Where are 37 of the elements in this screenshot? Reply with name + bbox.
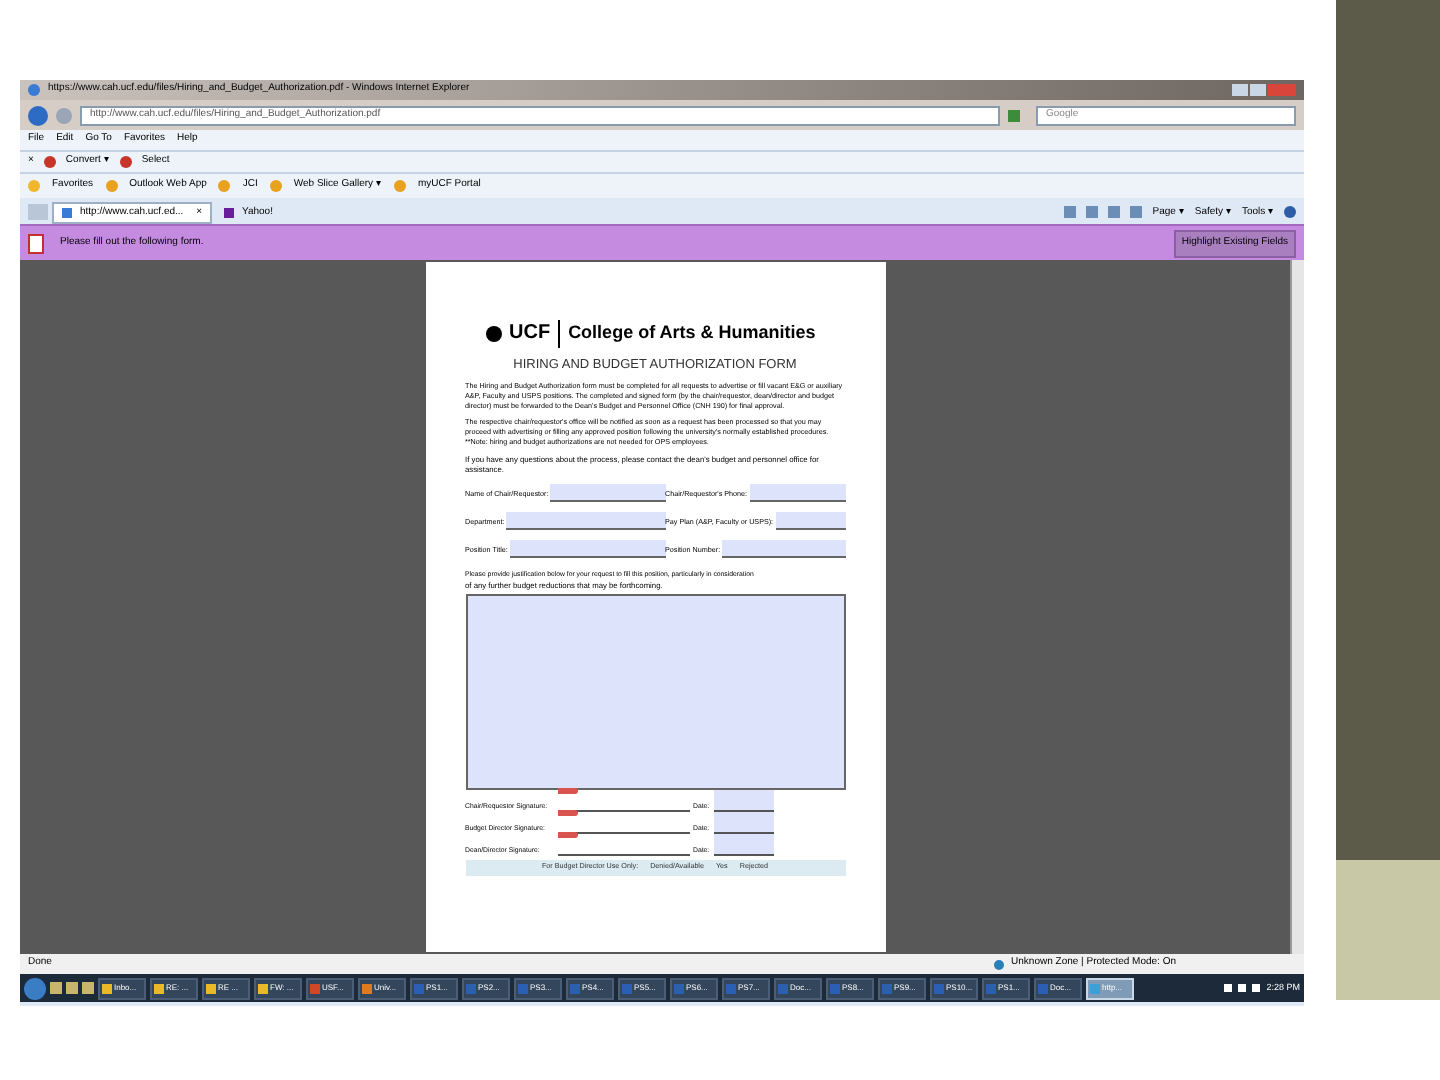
app-icon — [466, 983, 476, 993]
app-icon — [986, 983, 996, 993]
date-field[interactable] — [713, 833, 773, 856]
logo-divider — [558, 319, 561, 347]
app-icon — [102, 983, 112, 993]
form-field[interactable] — [722, 539, 845, 558]
form-field[interactable] — [749, 483, 845, 502]
app-icon — [570, 983, 580, 993]
date-field[interactable] — [713, 811, 773, 834]
app-icon — [778, 983, 788, 993]
app-icon — [674, 983, 684, 993]
app-icon — [414, 983, 424, 993]
justification-field[interactable] — [465, 593, 845, 790]
app-icon — [1038, 983, 1048, 993]
app-icon — [154, 983, 164, 993]
signature-field[interactable] — [557, 833, 689, 856]
scrollbar[interactable] — [1290, 260, 1304, 954]
app-icon — [934, 983, 944, 993]
slide-decoration-block — [1336, 860, 1440, 1000]
app-icon — [830, 983, 840, 993]
app-icon — [206, 983, 216, 993]
form-field[interactable] — [509, 539, 665, 558]
app-icon — [518, 983, 528, 993]
pdf-form-icon — [28, 233, 44, 253]
form-field[interactable] — [775, 511, 845, 530]
app-icon — [726, 983, 736, 993]
app-icon — [258, 983, 268, 993]
form-field[interactable] — [550, 483, 665, 502]
date-field[interactable] — [713, 789, 773, 812]
app-icon — [622, 983, 632, 993]
college-name: College of Arts & Humanities — [568, 319, 816, 346]
logo-text: UCF — [509, 320, 551, 348]
app-icon — [1090, 983, 1100, 993]
app-icon — [310, 983, 320, 993]
app-icon — [362, 983, 372, 993]
form-field[interactable] — [506, 511, 665, 530]
app-icon — [882, 983, 892, 993]
